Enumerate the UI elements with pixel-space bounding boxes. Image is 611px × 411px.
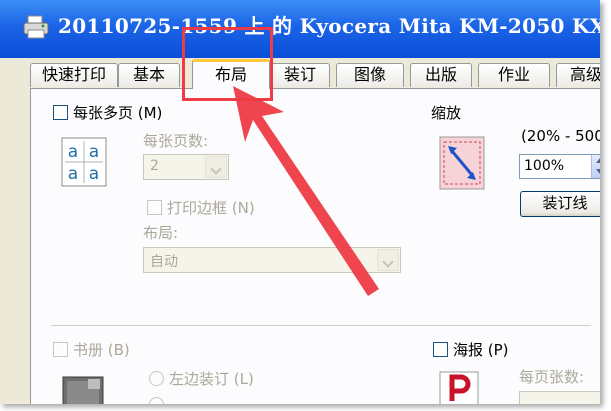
svg-text:a: a bbox=[89, 164, 99, 184]
poster-checkbox[interactable] bbox=[433, 342, 448, 357]
print-border-label: 打印边框 (N) bbox=[167, 199, 255, 217]
zoom-range-label: (20% - 500%) bbox=[521, 127, 600, 145]
zoom-value: 100% bbox=[524, 158, 565, 174]
window-title: 20110725-1559 上 的 Kyocera Mita KM-2050 K… bbox=[58, 14, 600, 38]
multi-page-label: 每张多页 (M) bbox=[73, 104, 163, 122]
printer-icon bbox=[23, 15, 49, 39]
left-binding-radio[interactable] bbox=[149, 371, 164, 386]
poster-icon bbox=[439, 371, 479, 404]
tab-advanced[interactable]: 高级 bbox=[556, 63, 600, 87]
left-binding-label: 左边装订 (L) bbox=[169, 370, 254, 388]
svg-text:a: a bbox=[89, 142, 99, 162]
tab-quick-print[interactable]: 快速打印 bbox=[30, 63, 118, 87]
tab-binding[interactable]: 装订 bbox=[270, 63, 330, 87]
pages-per-sheet-select[interactable]: 2 bbox=[143, 154, 229, 180]
print-border-checkbox[interactable] bbox=[147, 200, 162, 215]
chevron-down-icon bbox=[205, 156, 227, 178]
chevron-down-icon bbox=[377, 249, 399, 271]
svg-text:a: a bbox=[68, 142, 78, 162]
booklet-checkbox[interactable] bbox=[53, 342, 68, 357]
tab-strip: 快速打印 基本 布局 装订 图像 出版 作业 高级 bbox=[0, 58, 600, 89]
section-divider bbox=[51, 325, 591, 326]
layout-tab-panel: 每张多页 (M) a a a a 每张页数: 2 打印边框 (N) 布局: 自动… bbox=[30, 88, 600, 404]
zoom-spinner[interactable]: 100% bbox=[519, 154, 600, 179]
spinner-arrows-icon[interactable] bbox=[591, 155, 600, 178]
multi-page-checkbox[interactable] bbox=[53, 105, 68, 120]
right-binding-radio[interactable] bbox=[149, 397, 164, 404]
pages-per-sheet-value: 2 bbox=[150, 158, 159, 174]
multi-page-icon: a a a a bbox=[61, 137, 107, 187]
pages-per-sheet-label: 每张页数: bbox=[143, 132, 209, 150]
svg-text:a: a bbox=[68, 164, 78, 184]
layout-value: 自动 bbox=[150, 254, 178, 270]
printer-properties-window: 20110725-1559 上 的 Kyocera Mita KM-2050 K… bbox=[0, 0, 600, 404]
poster-pages-select[interactable] bbox=[519, 391, 600, 404]
tab-image[interactable]: 图像 bbox=[336, 63, 404, 87]
tab-job[interactable]: 作业 bbox=[478, 63, 550, 87]
zoom-icon bbox=[439, 136, 485, 190]
poster-pages-per-sheet-label: 每页张数: bbox=[519, 368, 585, 386]
booklet-icon bbox=[62, 376, 104, 404]
zoom-label: 缩放 bbox=[431, 104, 462, 122]
binding-line-button[interactable]: 装订线 bbox=[520, 191, 600, 217]
title-bar[interactable]: 20110725-1559 上 的 Kyocera Mita KM-2050 K… bbox=[0, 0, 600, 58]
layout-label: 布局: bbox=[143, 224, 179, 242]
tab-publish[interactable]: 出版 bbox=[410, 63, 472, 87]
tab-basic[interactable]: 基本 bbox=[118, 63, 180, 87]
poster-label: 海报 (P) bbox=[453, 341, 509, 359]
booklet-label: 书册 (B) bbox=[73, 341, 130, 359]
layout-select[interactable]: 自动 bbox=[143, 247, 401, 273]
tab-layout[interactable]: 布局 bbox=[192, 59, 270, 89]
